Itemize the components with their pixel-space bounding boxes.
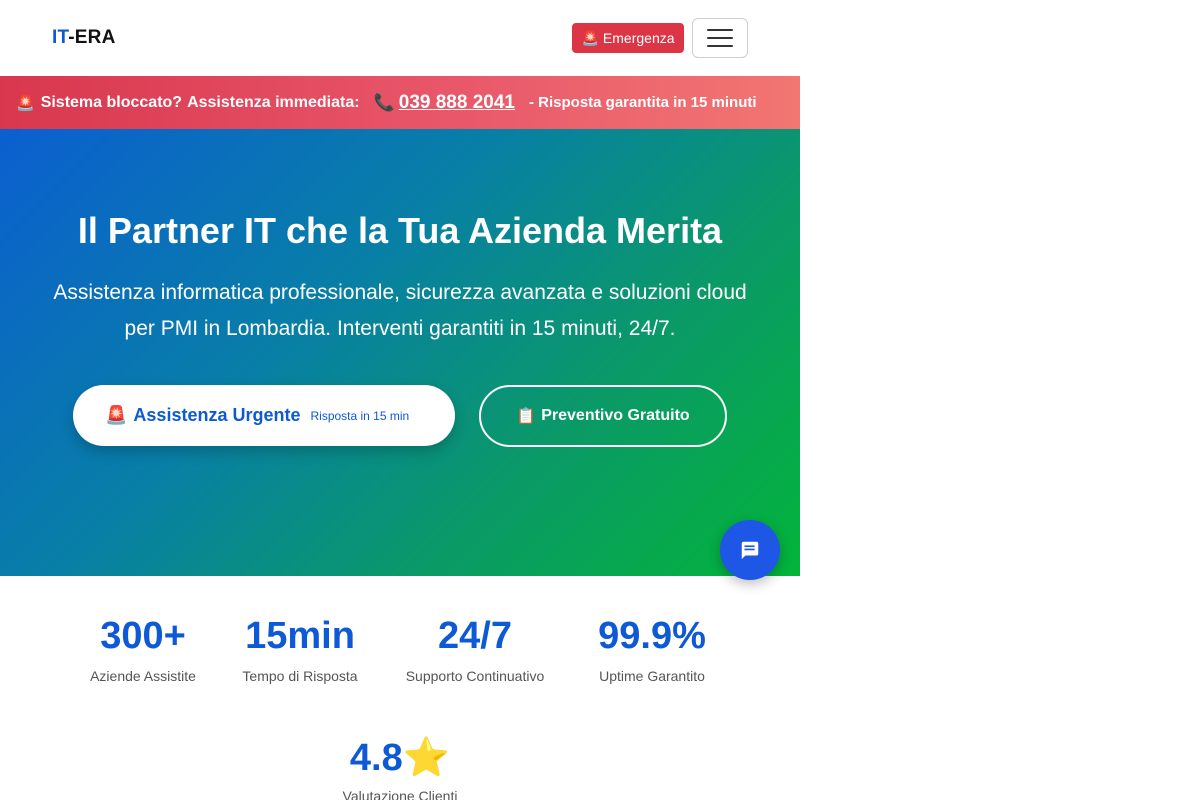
siren-icon: 🚨: [581, 29, 599, 46]
hamburger-icon-bar: [707, 37, 733, 39]
star-icon: ⭐: [402, 737, 451, 779]
alert-text: Assistenza immediata:: [187, 93, 360, 111]
alert-strong-text: Sistema bloccato?: [40, 93, 183, 111]
site-header: IT-ERA 🚨 Emergenza: [0, 0, 800, 77]
emergency-button-label: Emergenza: [602, 30, 675, 46]
hero-title: Il Partner IT che la Tua Azienda Merita: [77, 210, 723, 251]
stat-value: 24/7: [438, 615, 512, 657]
siren-icon: 🚨: [16, 94, 35, 112]
stat-value: 15min: [245, 615, 355, 657]
urgent-assistance-label: Assistenza Urgente: [133, 405, 301, 425]
free-quote-button[interactable]: 📋 Preventivo Gratuito: [479, 385, 727, 447]
alert-guarantee-text: - Risposta garantita in 15 minuti: [528, 94, 757, 111]
logo-suffix: -ERA: [68, 27, 116, 48]
hero-section: Il Partner IT che la Tua Azienda Merita …: [0, 129, 800, 576]
urgent-response-note: Risposta in 15 min: [310, 408, 410, 423]
stat-value: 300+: [100, 615, 186, 657]
stat-value: 99.9%: [598, 615, 706, 657]
rating-value-row: 4.8⭐: [320, 736, 480, 780]
stat-label: Supporto Continuativo: [405, 668, 545, 684]
rating-value: 4.8: [349, 737, 403, 779]
emergency-button[interactable]: 🚨 Emergenza: [572, 23, 684, 53]
page: IT-ERA 🚨 Emergenza 🚨 Sistema bloccato? A…: [0, 0, 800, 800]
stat-label: Uptime Garantito: [599, 668, 705, 684]
stat-item: 15min Tempo di Risposta: [230, 614, 370, 684]
stat-item: 99.9% Uptime Garantito: [576, 614, 728, 684]
chat-button[interactable]: [720, 520, 780, 580]
hero-subtitle: Assistenza informatica professionale, si…: [53, 281, 747, 340]
free-quote-label: Preventivo Gratuito: [541, 407, 690, 424]
clipboard-icon: 📋: [516, 408, 537, 425]
stat-label: Tempo di Risposta: [242, 668, 358, 684]
hamburger-icon-bar: [707, 45, 733, 47]
emergency-alert-bar: 🚨 Sistema bloccato? Assistenza immediata…: [0, 76, 800, 129]
rating-label: Valutazione Clienti: [342, 788, 458, 800]
chat-icon: [741, 541, 759, 560]
stat-label: Aziende Assistite: [90, 668, 196, 684]
hamburger-icon: [707, 29, 733, 31]
stat-item: 24/7 Supporto Continuativo: [395, 614, 555, 684]
rating-stat: 4.8⭐ Valutazione Clienti: [320, 736, 480, 800]
stat-item: 300+ Aziende Assistite: [73, 614, 213, 684]
siren-icon: 🚨: [105, 405, 128, 425]
phone-link[interactable]: 039 888 2041: [399, 92, 515, 114]
logo[interactable]: IT-ERA: [52, 27, 116, 49]
urgent-assistance-button[interactable]: 🚨 Assistenza Urgente Risposta in 15 min: [73, 385, 455, 446]
logo-prefix: IT: [52, 27, 69, 48]
menu-toggle-button[interactable]: [692, 18, 748, 58]
phone-icon: 📞: [373, 92, 395, 112]
